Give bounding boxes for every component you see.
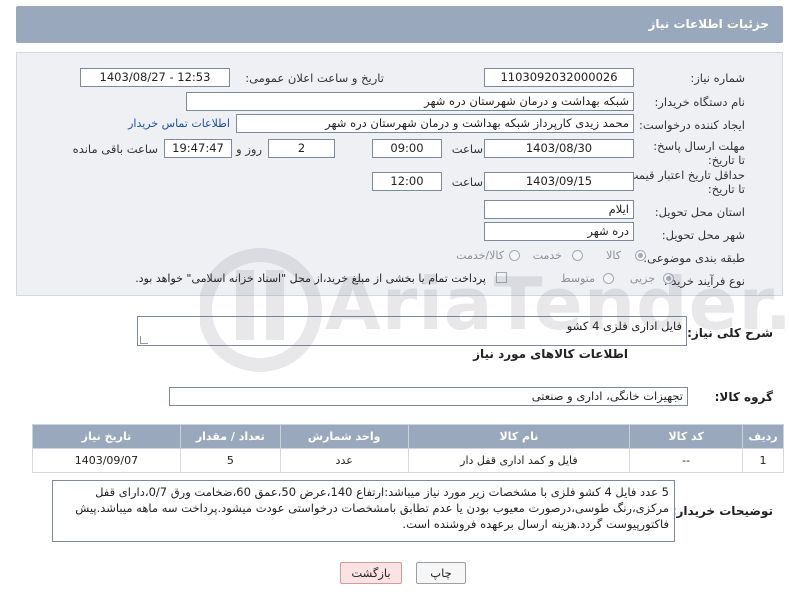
hours-remaining-label: ساعت باقی مانده <box>72 142 158 156</box>
print-button[interactable]: چاپ <box>416 562 466 584</box>
province-label: استان محل تحویل: <box>654 205 745 219</box>
category-service-radio[interactable] <box>572 250 583 261</box>
time-remaining-field: 19:47:47 <box>164 139 232 158</box>
treasury-payment-note: پرداخت تمام یا بخشی از مبلغ خرید،از محل … <box>135 272 486 285</box>
col-header-code: کد کالا <box>629 424 744 449</box>
announce-datetime-label: تاریخ و ساعت اعلان عمومی: <box>245 71 384 85</box>
city-label: شهر محل تحویل: <box>661 228 745 242</box>
buyer-org-label: نام دستگاه خریدار: <box>654 95 745 109</box>
back-button[interactable]: بازگشت <box>340 562 402 584</box>
validity-time-label: ساعت <box>451 175 483 189</box>
table-row: 1 -- فایل و کمد اداری قفل دار عدد 5 1403… <box>32 448 784 473</box>
purchase-partial-radio[interactable] <box>663 273 674 284</box>
day-and-label: روز و <box>236 142 262 156</box>
purchase-medium-radio[interactable] <box>603 273 614 284</box>
col-header-row: ردیف <box>742 424 784 449</box>
general-desc-field: فایل اداری فلزی 4 کشو <box>137 316 687 346</box>
resize-grip-icon <box>140 336 148 344</box>
treasury-payment-checkbox[interactable] <box>496 272 507 283</box>
category-goods-service-label: کالا/خدمت <box>456 249 504 262</box>
cell-code: -- <box>629 448 744 473</box>
goods-info-heading: اطلاعات کالاهای مورد نیاز <box>473 347 628 361</box>
goods-table-header: ردیف کد کالا نام کالا واحد شمارش تعداد /… <box>32 424 784 449</box>
buyer-notes-label: توضیحات خریدار: <box>671 504 773 518</box>
goods-table: ردیف کد کالا نام کالا واحد شمارش تعداد /… <box>32 424 784 473</box>
goods-group-label: گروه کالا: <box>714 390 773 404</box>
category-label: طبقه بندی موضوعی: <box>643 251 745 265</box>
price-validity-label: حداقل تاریخ اعتبار قیمت: تا تاریخ: <box>623 168 745 196</box>
col-header-name: نام کالا <box>407 424 631 449</box>
purchase-medium-label: متوسط <box>560 272 595 285</box>
general-desc-label: شرح کلی نیاز: <box>687 326 773 340</box>
validity-date-field: 1403/09/15 <box>484 172 634 191</box>
buyer-org-field: شبکه بهداشت و درمان شهرستان دره شهر <box>186 92 634 111</box>
category-goods-label: کالا <box>606 249 621 262</box>
response-deadline-label: مهلت ارسال پاسخ: تا تاریخ: <box>653 139 745 167</box>
page-header: جزئیات اطلاعات نیاز <box>16 6 783 43</box>
col-header-need-date: تاریخ نیاز <box>32 424 181 449</box>
purchase-type-label: نوع فرآیند خرید : <box>663 274 745 288</box>
col-header-quantity: تعداد / مقدار <box>179 424 281 449</box>
cell-need-date: 1403/09/07 <box>32 448 181 473</box>
requester-field: محمد زیدی کارپرداز شبکه بهداشت و درمان ش… <box>236 114 634 133</box>
response-date-field: 1403/08/30 <box>484 139 634 158</box>
goods-group-field: تجهیزات خانگی، اداری و صنعتی <box>169 387 688 406</box>
province-field: ایلام <box>484 200 634 219</box>
cell-unit: عدد <box>279 448 409 473</box>
cell-quantity: 5 <box>179 448 281 473</box>
requester-label: ایجاد کننده درخواست: <box>639 118 745 132</box>
need-number-field: 1103092032000026 <box>484 68 634 87</box>
cell-name: فایل و کمد اداری قفل دار <box>407 448 631 473</box>
category-goods-service-radio[interactable] <box>509 250 520 261</box>
response-time-field: 09:00 <box>372 139 442 158</box>
need-number-label: شماره نیاز: <box>690 71 745 85</box>
response-time-label: ساعت <box>451 142 483 156</box>
days-remaining-field: 2 <box>268 139 335 158</box>
category-goods-radio[interactable] <box>635 250 646 261</box>
buyer-notes-field: 5 عدد فایل 4 کشو فلزی با مشخصات زیر مورد… <box>52 480 675 542</box>
validity-time-field: 12:00 <box>372 172 442 191</box>
category-service-label: خدمت <box>532 249 562 262</box>
cell-row: 1 <box>742 448 784 473</box>
buyer-contact-link[interactable]: اطلاعات تماس خریدار <box>128 117 230 130</box>
announce-datetime-field: 1403/08/27 - 12:53 <box>80 68 230 87</box>
page-title: جزئیات اطلاعات نیاز <box>648 17 769 31</box>
purchase-partial-label: جزیی <box>629 272 655 285</box>
city-field: دره شهر <box>484 222 634 241</box>
col-header-unit: واحد شمارش <box>279 424 409 449</box>
